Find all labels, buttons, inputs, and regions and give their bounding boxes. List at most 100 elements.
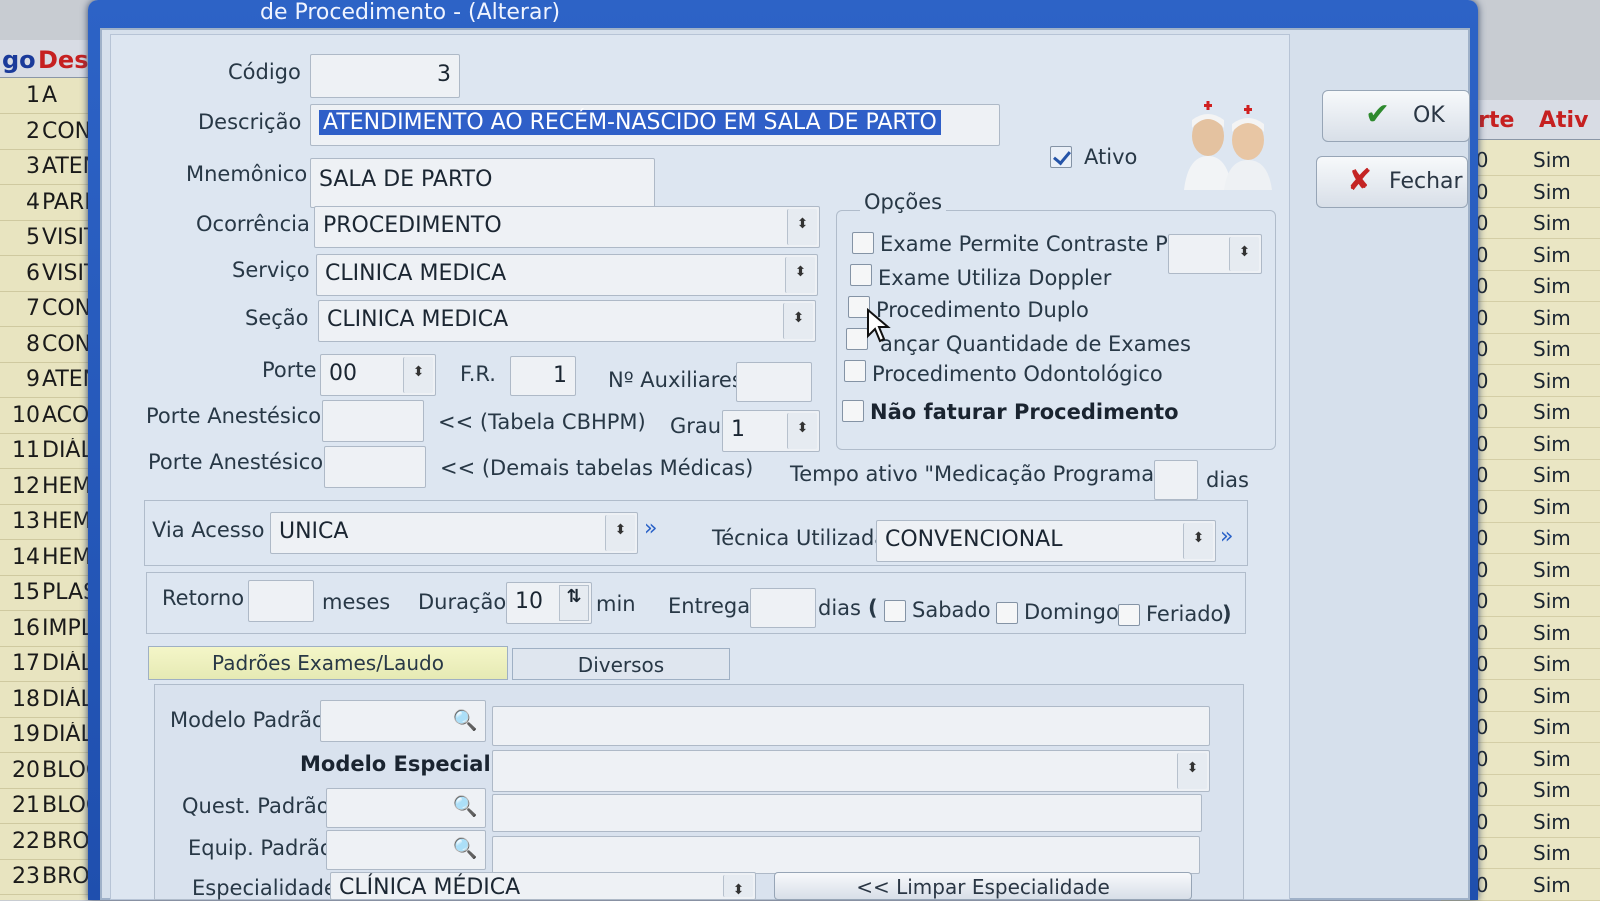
secao-dropdown-icon[interactable]: ⬍ bbox=[783, 303, 813, 339]
duracao-field[interactable]: 10 ⇅ bbox=[506, 582, 592, 624]
retorno-field[interactable] bbox=[248, 580, 314, 622]
especialidade-dropdown-icon[interactable]: ⬍ bbox=[723, 875, 753, 898]
paren-close: ) bbox=[1222, 602, 1232, 626]
demais-tabelas-label: << (Demais tabelas Médicas) bbox=[440, 456, 754, 480]
codigo-field[interactable]: 3 bbox=[310, 54, 460, 98]
tecnica-select[interactable]: CONVENCIONAL ⬍ bbox=[876, 520, 1216, 562]
servico-select[interactable]: CLINICA MEDICA ⬍ bbox=[316, 254, 818, 296]
modelo-padrao-search-icon[interactable]: 🔍 bbox=[448, 708, 482, 736]
mnemonico-field[interactable]: SALA DE PARTO bbox=[310, 158, 655, 208]
row-ativo: Sim bbox=[1533, 242, 1571, 267]
via-acesso-expand-icon[interactable]: » bbox=[644, 516, 657, 541]
row-ativo: Sim bbox=[1533, 652, 1571, 676]
limpar-especialidade-button[interactable]: << Limpar Especialidade bbox=[774, 872, 1192, 900]
contraste-dropdown-icon[interactable]: ⬍ bbox=[1229, 237, 1259, 271]
porte-anestesico-demais-field[interactable] bbox=[324, 446, 426, 488]
retorno-label: Retorno bbox=[162, 586, 245, 610]
row-number: 7 bbox=[26, 296, 40, 321]
contraste-select[interactable]: ⬍ bbox=[1168, 234, 1262, 274]
meses-label: meses bbox=[322, 590, 391, 614]
row-ativo: Sim bbox=[1533, 841, 1571, 865]
via-acesso-dropdown-icon[interactable]: ⬍ bbox=[605, 515, 635, 551]
domingo-checkbox[interactable] bbox=[996, 602, 1018, 624]
tempo-ativo-field[interactable] bbox=[1154, 460, 1198, 500]
porte-label: Porte bbox=[262, 358, 317, 382]
tecnica-dropdown-icon[interactable]: ⬍ bbox=[1183, 523, 1213, 559]
doppler-checkbox[interactable] bbox=[850, 264, 872, 286]
column-header-ativo[interactable]: Ativ bbox=[1539, 108, 1588, 133]
secao-select[interactable]: CLINICA MEDICA ⬍ bbox=[318, 300, 816, 342]
row-number: 4 bbox=[26, 189, 40, 215]
fr-field[interactable]: 1 bbox=[510, 356, 576, 396]
tab-diversos[interactable]: Diversos bbox=[512, 648, 730, 680]
porte-value: 00 bbox=[329, 361, 357, 386]
grau-value: 1 bbox=[731, 417, 745, 442]
auxiliares-field[interactable] bbox=[736, 362, 812, 402]
sabado-checkbox[interactable] bbox=[884, 600, 906, 622]
ocorrencia-dropdown-icon[interactable]: ⬍ bbox=[787, 209, 817, 245]
row-number: 11 bbox=[12, 438, 40, 463]
odontologico-label: Procedimento Odontológico bbox=[872, 362, 1163, 386]
fechar-label: Fechar bbox=[1389, 169, 1463, 194]
entrega-field[interactable] bbox=[750, 588, 816, 628]
row-number: 20 bbox=[12, 757, 40, 783]
quest-padrao-search-icon[interactable]: 🔍 bbox=[448, 794, 482, 822]
row-ativo: Sim bbox=[1533, 431, 1571, 456]
ocorrencia-select[interactable]: PROCEDIMENTO ⬍ bbox=[314, 206, 820, 248]
quest-padrao-description bbox=[492, 794, 1202, 832]
grau-select[interactable]: 1 ⬍ bbox=[722, 410, 820, 452]
secao-value: CLINICA MEDICA bbox=[327, 307, 509, 332]
row-number: 2 bbox=[26, 118, 40, 144]
especialidade-select[interactable]: CLÍNICA MÉDICA ⬍ bbox=[330, 872, 756, 900]
porte-dropdown-icon[interactable]: ⬍ bbox=[403, 357, 433, 393]
tecnica-expand-icon[interactable]: » bbox=[1220, 524, 1233, 549]
descricao-field[interactable]: ATENDIMENTO AO RECÉM-NASCIDO EM SALA DE … bbox=[310, 104, 1000, 146]
row-number: 9 bbox=[26, 367, 40, 392]
ocorrencia-label: Ocorrência bbox=[196, 212, 310, 236]
row-number: 6 bbox=[26, 260, 40, 286]
cbhpm-label: << (Tabela CBHPM) bbox=[438, 410, 646, 434]
row-ativo: Sim bbox=[1533, 494, 1571, 519]
entrega-label: Entrega bbox=[668, 594, 751, 618]
ok-button[interactable]: ✔ OK bbox=[1322, 90, 1470, 142]
dialog-title: de Procedimento - (Alterar) bbox=[260, 0, 561, 25]
porte-anestesico-cbhpm-label: Porte Anestésico bbox=[146, 404, 322, 428]
row-ativo: Sim bbox=[1533, 179, 1571, 204]
lancar-quantidade-checkbox[interactable] bbox=[846, 328, 868, 350]
modelo-especial-select[interactable]: ⬍ bbox=[492, 750, 1210, 792]
porte-select[interactable]: 00 ⬍ bbox=[320, 354, 436, 396]
duracao-spinner-icon[interactable]: ⇅ bbox=[559, 585, 589, 621]
row-ativo: Sim bbox=[1533, 148, 1571, 172]
equip-padrao-label: Equip. Padrão bbox=[188, 836, 333, 860]
column-header-code[interactable]: go bbox=[2, 46, 36, 74]
duracao-label: Duração bbox=[418, 590, 507, 614]
servico-label: Serviço bbox=[232, 258, 310, 282]
paren-open: ( bbox=[868, 596, 878, 620]
row-number: 14 bbox=[12, 544, 40, 570]
grau-dropdown-icon[interactable]: ⬍ bbox=[787, 413, 817, 449]
equip-padrao-search-icon[interactable]: 🔍 bbox=[448, 836, 482, 864]
via-acesso-select[interactable]: UNICA ⬍ bbox=[270, 512, 638, 554]
column-header-description[interactable]: Des bbox=[38, 46, 88, 74]
feriado-checkbox[interactable] bbox=[1118, 604, 1140, 626]
modelo-especial-dropdown-icon[interactable]: ⬍ bbox=[1177, 753, 1207, 789]
row-number: 19 bbox=[12, 722, 40, 747]
nao-faturar-checkbox[interactable] bbox=[842, 400, 864, 422]
servico-value: CLINICA MEDICA bbox=[325, 261, 507, 286]
fechar-button[interactable]: ✘ Fechar bbox=[1316, 156, 1468, 208]
row-ativo: Sim bbox=[1533, 872, 1571, 897]
contraste-checkbox[interactable] bbox=[852, 232, 874, 254]
row-number: 23 bbox=[12, 864, 40, 889]
modelo-padrao-label: Modelo Padrão bbox=[170, 708, 325, 732]
modelo-especial-label: Modelo Especial bbox=[300, 752, 491, 776]
tab-padroes[interactable]: Padrões Exames/Laudo bbox=[148, 646, 508, 680]
row-ativo: Sim bbox=[1533, 715, 1571, 739]
servico-dropdown-icon[interactable]: ⬍ bbox=[785, 257, 815, 293]
row-number: 22 bbox=[12, 828, 40, 854]
ativo-checkbox[interactable] bbox=[1050, 146, 1072, 168]
porte-anestesico-cbhpm-field[interactable] bbox=[322, 400, 424, 442]
modelo-padrao-description bbox=[492, 706, 1210, 746]
especialidade-label: Especialidade bbox=[192, 876, 337, 900]
row-number: 12 bbox=[12, 473, 40, 499]
odontologico-checkbox[interactable] bbox=[844, 360, 866, 382]
